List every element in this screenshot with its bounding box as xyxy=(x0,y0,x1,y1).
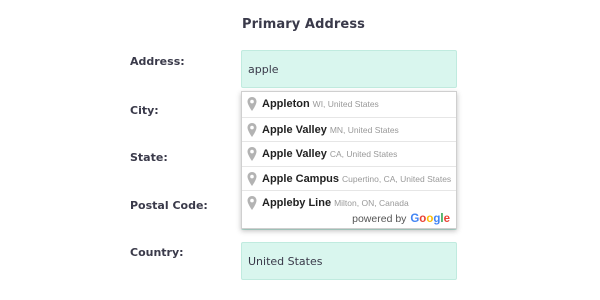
suggestion-secondary: Milton, ON, Canada xyxy=(334,198,409,209)
suggestion-text: Apple Campus Cupertino, CA, United States xyxy=(262,173,451,185)
address-input[interactable] xyxy=(241,50,457,88)
country-input[interactable] xyxy=(241,242,457,280)
google-logo: Google xyxy=(410,213,450,225)
address-label: Address: xyxy=(130,55,185,68)
suggestion-match: Apple xyxy=(262,172,293,185)
autocomplete-dropdown: Appleton WI, United States Apple Valley MN… xyxy=(241,91,457,229)
suggestion-rest: Campus xyxy=(292,172,340,185)
suggestion-text: Apple Valley CA, United States xyxy=(262,148,397,160)
map-pin-icon xyxy=(247,122,257,137)
suggestion-secondary: MN, United States xyxy=(329,124,399,135)
suggestion-secondary: CA, United States xyxy=(329,149,398,160)
suggestion-match: Apple xyxy=(262,123,293,136)
suggestion-rest: by Line xyxy=(292,197,332,210)
suggestion-match: Apple xyxy=(262,148,293,161)
google-logo-letter: e xyxy=(443,213,450,225)
suggestion-rest: Valley xyxy=(292,123,327,136)
suggestion-rest: ton xyxy=(292,98,310,110)
suggestion-match: Apple xyxy=(262,197,293,210)
powered-by-google: powered by Google xyxy=(352,213,450,225)
powered-by-text: powered by xyxy=(352,213,407,225)
postal-code-label: Postal Code: xyxy=(130,199,208,212)
country-label: Country: xyxy=(130,246,184,259)
suggestion-match: Apple xyxy=(262,98,293,110)
suggestion-item[interactable]: Apple Campus Cupertino, CA, United States xyxy=(242,165,456,191)
suggestion-item[interactable]: Apple Valley CA, United States xyxy=(242,141,456,166)
suggestion-item[interactable]: Appleton WI, United States xyxy=(242,92,456,117)
suggestion-item[interactable]: Appleby Line Milton, ON, Canada xyxy=(242,190,456,215)
state-label: State: xyxy=(130,151,168,164)
suggestion-secondary: WI, United States xyxy=(312,99,379,109)
google-logo-letter: G xyxy=(410,213,420,225)
section-title: Primary Address xyxy=(242,17,366,32)
suggestion-rest: Valley xyxy=(292,148,327,161)
suggestion-text: Apple Valley MN, United States xyxy=(262,124,399,136)
suggestion-text: Appleby Line Milton, ON, Canada xyxy=(262,197,409,209)
suggestion-item[interactable]: Apple Valley MN, United States xyxy=(242,116,456,142)
map-pin-icon xyxy=(247,196,257,211)
suggestion-text: Appleton WI, United States xyxy=(262,98,379,110)
city-label: City: xyxy=(130,104,159,117)
suggestion-secondary: Cupertino, CA, United States xyxy=(342,173,452,184)
map-pin-icon xyxy=(247,171,257,186)
map-pin-icon xyxy=(247,147,257,162)
map-pin-icon xyxy=(247,97,257,111)
